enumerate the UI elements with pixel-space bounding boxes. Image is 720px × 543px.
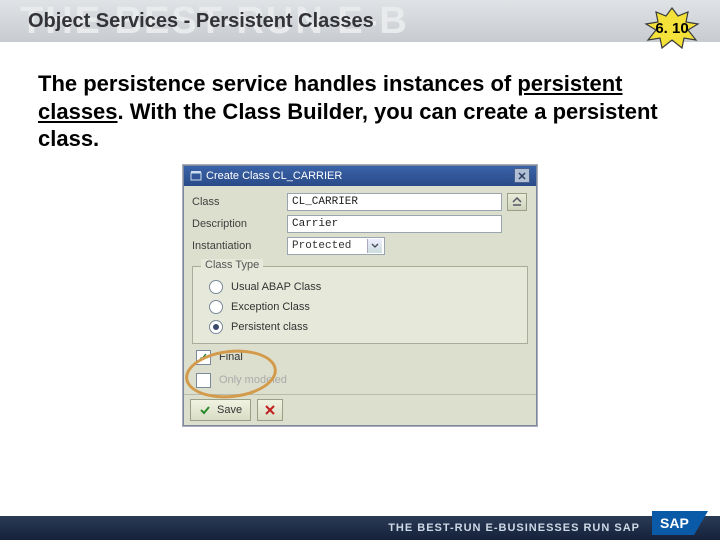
only-modeled-checkbox[interactable]	[196, 373, 211, 388]
slide-number-badge: 6. 10	[642, 6, 702, 50]
dialog-title-text: Create Class CL_CARRIER	[206, 170, 342, 182]
instantiation-dropdown[interactable]: Protected	[287, 237, 385, 255]
close-icon[interactable]	[514, 168, 530, 183]
slide-body-text: The persistence service handles instance…	[38, 70, 686, 153]
body-part2: . With the Class Builder, you can create…	[38, 99, 658, 152]
slide-number: 6. 10	[655, 20, 688, 37]
instantiation-label: Instantiation	[192, 240, 287, 252]
check-icon	[199, 404, 211, 416]
dialog-titlebar: Create Class CL_CARRIER	[184, 166, 536, 186]
body-part1: The persistence service handles instance…	[38, 71, 517, 96]
footer-text: THE BEST-RUN E-BUSINESSES RUN SAP	[388, 522, 640, 534]
sap-logo: SAP	[650, 508, 710, 538]
cancel-icon	[264, 404, 276, 416]
final-label: Final	[219, 351, 243, 363]
save-button[interactable]: Save	[190, 399, 251, 421]
radio-exception-class-label: Exception Class	[231, 301, 310, 313]
radio-usual-abap[interactable]	[209, 280, 223, 294]
radio-persistent-class[interactable]	[209, 320, 223, 334]
class-type-panel: Class Type Usual ABAP Class Exception Cl…	[192, 266, 528, 344]
description-input[interactable]: Carrier	[287, 215, 502, 233]
value-help-icon	[511, 197, 523, 207]
instantiation-value: Protected	[292, 240, 351, 252]
create-class-dialog: Create Class CL_CARRIER Class CL_CARRIER	[183, 165, 537, 426]
dialog-buttonbar: Save	[184, 394, 536, 425]
slide-title: Object Services - Persistent Classes	[28, 10, 374, 33]
dialog-icon	[190, 170, 202, 182]
class-input[interactable]: CL_CARRIER	[287, 193, 502, 211]
cancel-button[interactable]	[257, 399, 283, 421]
class-label: Class	[192, 196, 287, 208]
slide-footer: THE BEST-RUN E-BUSINESSES RUN SAP	[0, 516, 720, 540]
radio-usual-abap-label: Usual ABAP Class	[231, 281, 321, 293]
final-checkbox[interactable]: ✓	[196, 350, 211, 365]
value-help-button[interactable]	[507, 193, 527, 211]
only-modeled-label: Only modeled	[219, 374, 287, 386]
class-type-panel-title: Class Type	[201, 259, 263, 271]
radio-persistent-class-label: Persistent class	[231, 321, 308, 333]
save-button-label: Save	[217, 404, 242, 416]
description-label: Description	[192, 218, 287, 230]
slide-header: THE BEST-RUN E-B Object Services - Persi…	[0, 0, 720, 42]
chevron-down-icon	[367, 239, 382, 253]
radio-exception-class[interactable]	[209, 300, 223, 314]
svg-text:SAP: SAP	[660, 515, 689, 531]
